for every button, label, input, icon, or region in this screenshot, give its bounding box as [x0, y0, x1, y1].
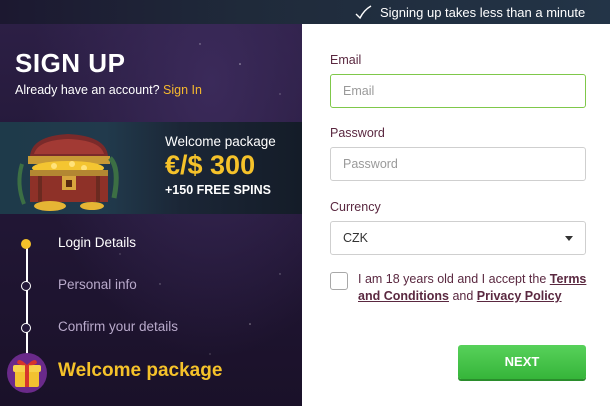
step-label: Personal info	[58, 277, 137, 292]
treasure-chest-image	[17, 134, 119, 211]
currency-label: Currency	[330, 200, 381, 214]
signup-time-text: Signing up takes less than a minute	[380, 4, 586, 20]
terms-text: I am 18 years old and I accept the Terms…	[358, 271, 588, 305]
signup-side-panel: SIGN UP Already have an account? Sign In…	[0, 24, 302, 406]
promo-amount: €/$ 300	[165, 150, 256, 180]
step-dot-icon	[21, 323, 31, 333]
currency-selected-value: CZK	[343, 231, 368, 245]
age-terms-checkbox[interactable]	[330, 272, 348, 290]
step-label: Login Details	[58, 235, 137, 250]
top-bar: Signing up takes less than a minute	[0, 0, 610, 24]
dropdown-caret-icon	[565, 236, 573, 241]
privacy-policy-link[interactable]: Privacy Policy	[477, 289, 562, 303]
step-personal-info: Personal info	[0, 275, 302, 297]
gift-icon	[7, 353, 47, 393]
page-title: SIGN UP	[15, 48, 126, 78]
step-dot-active-icon	[21, 239, 31, 249]
promo-label: Welcome package	[165, 134, 276, 149]
email-label: Email	[330, 53, 362, 67]
step-login-details: Login Details	[0, 233, 302, 255]
step-label: Confirm your details	[58, 319, 179, 334]
signup-time-hint: Signing up takes less than a minute	[354, 3, 585, 21]
password-input[interactable]	[330, 147, 586, 181]
check-swoosh-icon	[355, 5, 372, 20]
step-dot-icon	[21, 281, 31, 291]
terms-prefix: I am 18 years old and I accept the	[358, 272, 547, 286]
welcome-promo-banner: Welcome package €/$ 300 +150 FREE SPINS	[0, 122, 302, 214]
final-step-label: Welcome package	[58, 360, 223, 381]
step-confirm-details: Confirm your details	[0, 317, 302, 339]
signup-form: Email Password Currency CZK I am 18 year…	[302, 24, 610, 406]
account-prompt: Already have an account? Sign In	[15, 83, 202, 97]
account-prompt-text: Already have an account?	[15, 83, 160, 97]
sign-in-link[interactable]: Sign In	[163, 83, 202, 97]
next-button[interactable]: NEXT	[458, 345, 586, 379]
terms-conjunction: and	[452, 289, 474, 303]
email-input[interactable]	[330, 74, 586, 108]
promo-free-spins: +150 FREE SPINS	[165, 183, 271, 197]
currency-select[interactable]: CZK	[330, 221, 586, 255]
password-label: Password	[330, 126, 385, 140]
